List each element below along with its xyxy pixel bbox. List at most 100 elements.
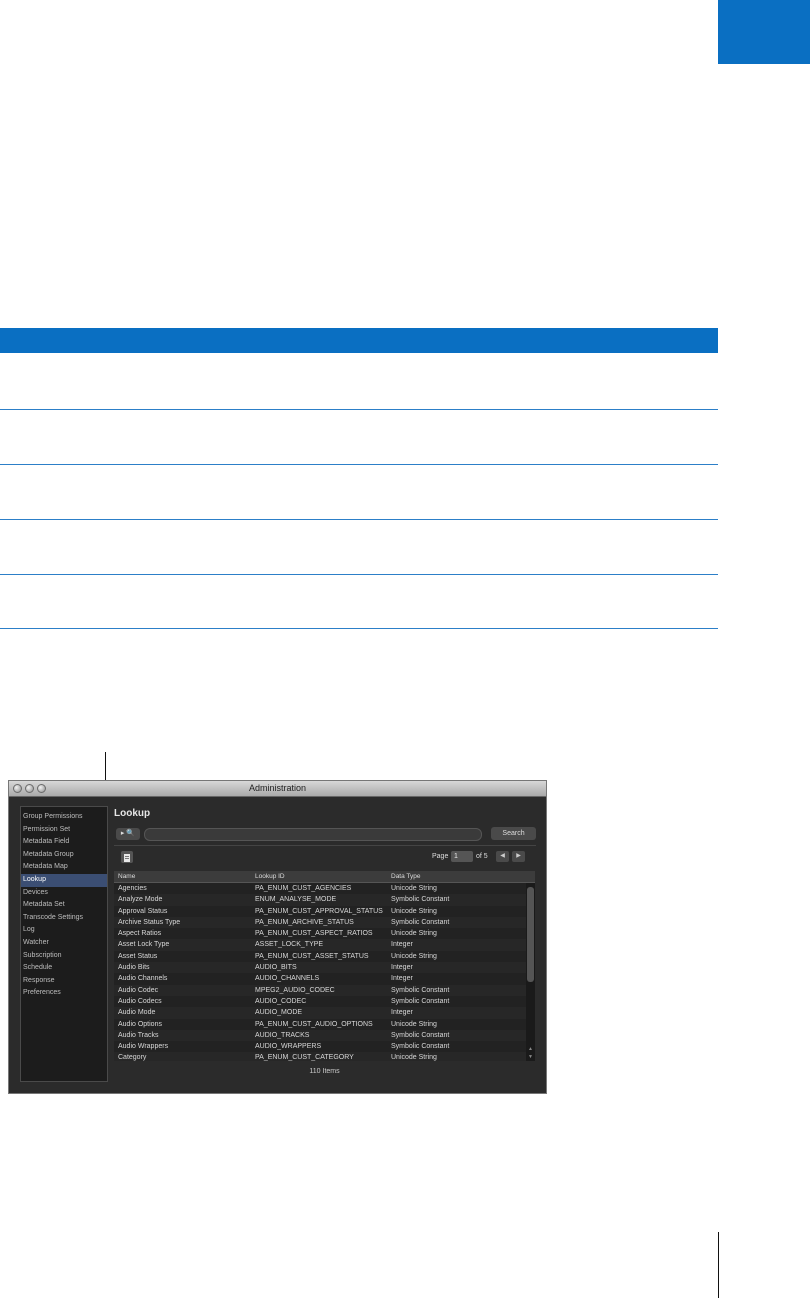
page-count-label: of 5 <box>476 853 488 860</box>
document-table-header <box>0 328 718 353</box>
table-row[interactable]: Audio Bits AUDIO_BITS Integer <box>114 962 526 974</box>
table-row[interactable]: Audio Wrappers AUDIO_WRAPPERS Symbolic Con… <box>114 1041 526 1052</box>
sidebar-item-group-permissions[interactable]: Group Permissions <box>21 811 107 824</box>
cell-name: Agencies <box>118 885 147 892</box>
cell-data-type: Integer <box>391 1009 413 1017</box>
table-row[interactable]: Category PA_ENUM_CUST_CATEGORY Unicode Str… <box>114 1052 526 1061</box>
administration-window: Administration Group Permissions Permissi… <box>8 780 547 1094</box>
sidebar-item-log[interactable]: Log <box>21 924 107 937</box>
cell-data-type: Unicode String <box>391 885 437 892</box>
search-mode-button[interactable]: ▸ 🔍 <box>116 828 140 840</box>
table-rule <box>0 628 718 629</box>
sidebar-item-devices[interactable]: Devices <box>21 887 107 900</box>
table-row[interactable]: Approval Status PA_ENUM_CUST_APPROVAL_STA… <box>114 906 526 917</box>
cell-name: Archive Status Type <box>118 918 181 926</box>
previous-page-button[interactable]: ◀ <box>496 851 509 862</box>
cell-lookup-id: PA_ENUM_ARCHIVE_STATUS <box>255 918 354 926</box>
table-row[interactable]: Aspect Ratios PA_ENUM_CUST_ASPECT_RATIOS U… <box>114 928 526 939</box>
page-title: Lookup <box>114 808 151 819</box>
sidebar-item-metadata-map[interactable]: Metadata Map <box>21 861 107 874</box>
sidebar-item-preferences[interactable]: Preferences <box>21 987 107 1000</box>
cell-lookup-id: AUDIO_TRACKS <box>255 1031 310 1039</box>
cell-data-type: Integer <box>391 975 413 983</box>
table-row[interactable]: Audio Codec MPEG2_AUDIO_CODEC Symbolic Con… <box>114 984 526 996</box>
sidebar-item-response[interactable]: Response <box>21 975 107 988</box>
new-lookup-button[interactable] <box>121 851 133 863</box>
divider <box>114 845 536 846</box>
table-row[interactable]: Audio Codecs AUDIO_CODEC Symbolic Constant <box>114 996 526 1007</box>
sidebar-item-subscription[interactable]: Subscription <box>21 950 107 963</box>
column-header-name[interactable]: Name <box>118 871 135 882</box>
sidebar-item-watcher[interactable]: Watcher <box>21 937 107 950</box>
cell-lookup-id: AUDIO_WRAPPERS <box>255 1043 322 1051</box>
cell-data-type: Unicode String <box>391 952 437 960</box>
window-title: Administration <box>248 783 307 793</box>
sidebar-item-transcode-settings[interactable]: Transcode Settings <box>21 912 107 925</box>
new-document-icon <box>124 854 130 862</box>
sidebar-item-metadata-group[interactable]: Metadata Group <box>21 849 107 862</box>
page-marker-line <box>718 1232 719 1298</box>
column-header-lookup-id[interactable]: Lookup ID <box>255 871 285 882</box>
cell-name: Audio Mode <box>118 1009 156 1017</box>
cell-name: Audio Options <box>118 1020 162 1028</box>
cell-lookup-id: AUDIO_CHANNELS <box>255 975 320 983</box>
table-row[interactable]: Agencies PA_ENUM_CUST_AGENCIES Unicode Str… <box>114 883 526 894</box>
cell-name: Audio Wrappers <box>118 1043 169 1051</box>
cell-data-type: Symbolic Constant <box>391 997 450 1005</box>
table-row[interactable]: Archive Status Type PA_ENUM_ARCHIVE_STATU… <box>114 916 526 929</box>
sidebar-item-metadata-set[interactable]: Metadata Set <box>21 899 107 912</box>
search-button[interactable]: Search <box>491 827 536 840</box>
cell-data-type: Symbolic Constant <box>391 986 450 994</box>
cell-name: Aspect Ratios <box>118 930 162 938</box>
vertical-scrollbar[interactable]: ▲ ▼ <box>526 883 535 1061</box>
cell-data-type: Integer <box>391 964 413 972</box>
sidebar: Group Permissions Permission Set Metadata … <box>20 806 108 1082</box>
cell-name: Audio Bits <box>118 964 150 972</box>
table-row[interactable]: Audio Mode AUDIO_MODE Integer <box>114 1007 526 1019</box>
cell-name: Audio Codec <box>118 986 159 994</box>
table-rule <box>0 464 718 465</box>
cell-lookup-id: PA_ENUM_CUST_AGENCIES <box>255 885 352 892</box>
cell-data-type: Symbolic Constant <box>391 896 450 904</box>
cell-lookup-id: AUDIO_MODE <box>255 1009 303 1017</box>
cell-name: Asset Status <box>118 952 158 960</box>
sidebar-item-schedule[interactable]: Schedule <box>21 962 107 975</box>
cell-lookup-id: PA_ENUM_CUST_ASPECT_RATIOS <box>255 930 373 938</box>
table-rule <box>0 574 718 575</box>
sidebar-item-permission-set[interactable]: Permission Set <box>21 824 107 837</box>
page-label: Page <box>432 853 449 860</box>
items-count: 110 Items <box>309 1068 340 1075</box>
cell-lookup-id: MPEG2_AUDIO_CODEC <box>255 986 335 994</box>
next-page-button[interactable]: ▶ <box>512 851 525 862</box>
cell-name: Asset Lock Type <box>118 941 170 949</box>
cell-name: Analyze Mode <box>118 896 163 904</box>
cell-data-type: Unicode String <box>391 930 437 938</box>
sidebar-item-metadata-field[interactable]: Metadata Field <box>21 836 107 849</box>
title-bar[interactable]: Administration <box>9 781 546 797</box>
chapter-tab <box>718 0 810 64</box>
cell-lookup-id: PA_ENUM_CUST_CATEGORY <box>255 1054 354 1061</box>
table-row[interactable]: Audio Channels AUDIO_CHANNELS Integer <box>114 973 526 984</box>
cell-data-type: Unicode String <box>391 1020 437 1028</box>
cell-lookup-id: ENUM_ANALYSE_MODE <box>255 896 337 904</box>
table-row[interactable]: Asset Lock Type ASSET_LOCK_TYPE Integer <box>114 939 526 951</box>
table-row[interactable]: Audio Tracks AUDIO_TRACKS Symbolic Constan… <box>114 1029 526 1042</box>
cell-lookup-id: AUDIO_CODEC <box>255 997 307 1005</box>
column-header-data-type[interactable]: Data Type <box>391 871 421 882</box>
cell-lookup-id: ASSET_LOCK_TYPE <box>255 941 324 949</box>
lookup-table: Name Lookup ID Data Type Agencies PA_ENUM… <box>114 871 535 1061</box>
scroll-down-icon[interactable]: ▼ <box>526 1053 535 1061</box>
cell-name: Category <box>118 1054 147 1061</box>
search-input[interactable] <box>144 828 482 841</box>
cell-lookup-id: PA_ENUM_CUST_ASSET_STATUS <box>255 952 369 960</box>
scroll-thumb[interactable] <box>527 887 534 982</box>
cell-lookup-id: PA_ENUM_CUST_AUDIO_OPTIONS <box>255 1020 373 1028</box>
sidebar-item-lookup[interactable]: Lookup <box>21 873 107 887</box>
table-row[interactable]: Analyze Mode ENUM_ANALYSE_MODE Symbolic Co… <box>114 894 526 906</box>
table-body: Agencies PA_ENUM_CUST_AGENCIES Unicode Str… <box>114 883 526 1061</box>
table-rule <box>0 519 718 520</box>
table-row[interactable]: Asset Status PA_ENUM_CUST_ASSET_STATUS Uni… <box>114 951 526 962</box>
scroll-up-icon[interactable]: ▲ <box>526 1045 535 1053</box>
table-row[interactable]: Audio Options PA_ENUM_CUST_AUDIO_OPTIONS U… <box>114 1019 526 1030</box>
page-number-input[interactable]: 1 <box>451 851 473 862</box>
